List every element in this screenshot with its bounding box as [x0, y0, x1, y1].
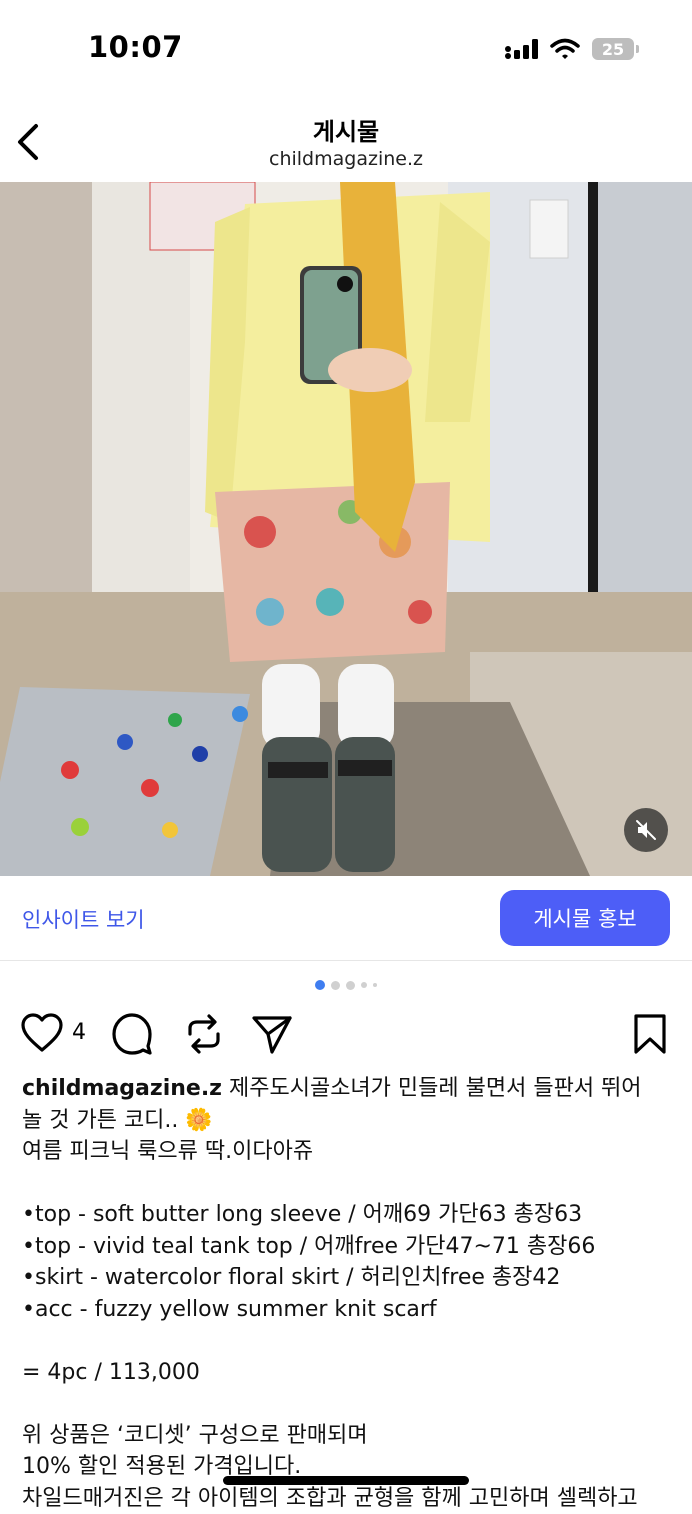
- like-button[interactable]: [20, 1012, 64, 1058]
- header-username[interactable]: childmagazine.z: [0, 148, 692, 170]
- caption-line: 놀 것 가튼 코디.. 🌼: [22, 1105, 672, 1137]
- page-title: 게시물: [0, 112, 692, 147]
- repost-button[interactable]: [182, 1012, 226, 1060]
- caption-text: 제주도시골소녀가 민들레 불면서 들판서 뛰어: [222, 1076, 642, 1101]
- carousel-dot: [361, 982, 367, 988]
- caption-item: •acc - fuzzy yellow summer knit scarf: [22, 1294, 672, 1326]
- post-caption: childmagazine.z 제주도시골소녀가 민들레 불면서 들판서 뛰어 …: [22, 1073, 672, 1514]
- caption-username[interactable]: childmagazine.z: [22, 1076, 222, 1101]
- mute-button[interactable]: [624, 808, 668, 852]
- carousel-indicator: [0, 980, 692, 990]
- bookmark-icon: [630, 1012, 670, 1056]
- carousel-dot: [331, 981, 340, 990]
- comment-button[interactable]: [110, 1012, 154, 1060]
- status-icons: 25: [504, 38, 634, 60]
- view-insights-link[interactable]: 인사이트 보기: [22, 904, 145, 934]
- caption-item: •top - soft butter long sleeve / 어깨69 가단…: [22, 1199, 672, 1231]
- caption-line: childmagazine.z 제주도시골소녀가 민들레 불면서 들판서 뛰어: [22, 1073, 672, 1105]
- post-image[interactable]: [0, 182, 692, 876]
- caption-line: 여름 피크닉 룩으류 딱.이다아쥬: [22, 1136, 672, 1168]
- like-count[interactable]: 4: [72, 1020, 86, 1045]
- wifi-icon: [550, 38, 580, 60]
- status-bar: 10:07 25: [0, 0, 692, 100]
- cellular-signal-icon: [504, 38, 538, 60]
- caption-item: •skirt - watercolor floral skirt / 허리인치f…: [22, 1262, 672, 1294]
- save-button[interactable]: [630, 1012, 670, 1060]
- insights-row: 인사이트 보기 게시물 홍보: [0, 876, 692, 961]
- home-indicator[interactable]: [223, 1476, 469, 1485]
- heart-icon: [20, 1012, 64, 1054]
- caption-line: 위 상품은 ‘코디셋’ 구성으로 판매되며: [22, 1420, 672, 1452]
- caption-spacer: [22, 1168, 672, 1200]
- caption-spacer: [22, 1388, 672, 1420]
- comment-icon: [110, 1012, 154, 1056]
- promote-post-button[interactable]: 게시물 홍보: [500, 890, 670, 946]
- post-actions: 4: [0, 1010, 692, 1060]
- share-button[interactable]: [250, 1012, 294, 1060]
- caption-line: 차일드매거진은 각 아이템의 조합과 균형을 함께 고민하며 셀렉하고: [22, 1483, 672, 1514]
- caption-spacer: [22, 1325, 672, 1357]
- nav-header: 게시물 childmagazine.z: [0, 100, 692, 182]
- carousel-dot: [373, 983, 377, 987]
- outfit-photo: [0, 182, 692, 876]
- battery-indicator: 25: [592, 38, 634, 60]
- repost-icon: [182, 1012, 226, 1056]
- status-time: 10:07: [88, 30, 183, 64]
- caption-item: •top - vivid teal tank top / 어깨free 가단47…: [22, 1231, 672, 1263]
- caption-price: = 4pc / 113,000: [22, 1357, 672, 1389]
- speaker-muted-icon: [634, 818, 658, 842]
- carousel-dot: [346, 981, 355, 990]
- carousel-dot: [315, 980, 325, 990]
- send-icon: [250, 1012, 294, 1056]
